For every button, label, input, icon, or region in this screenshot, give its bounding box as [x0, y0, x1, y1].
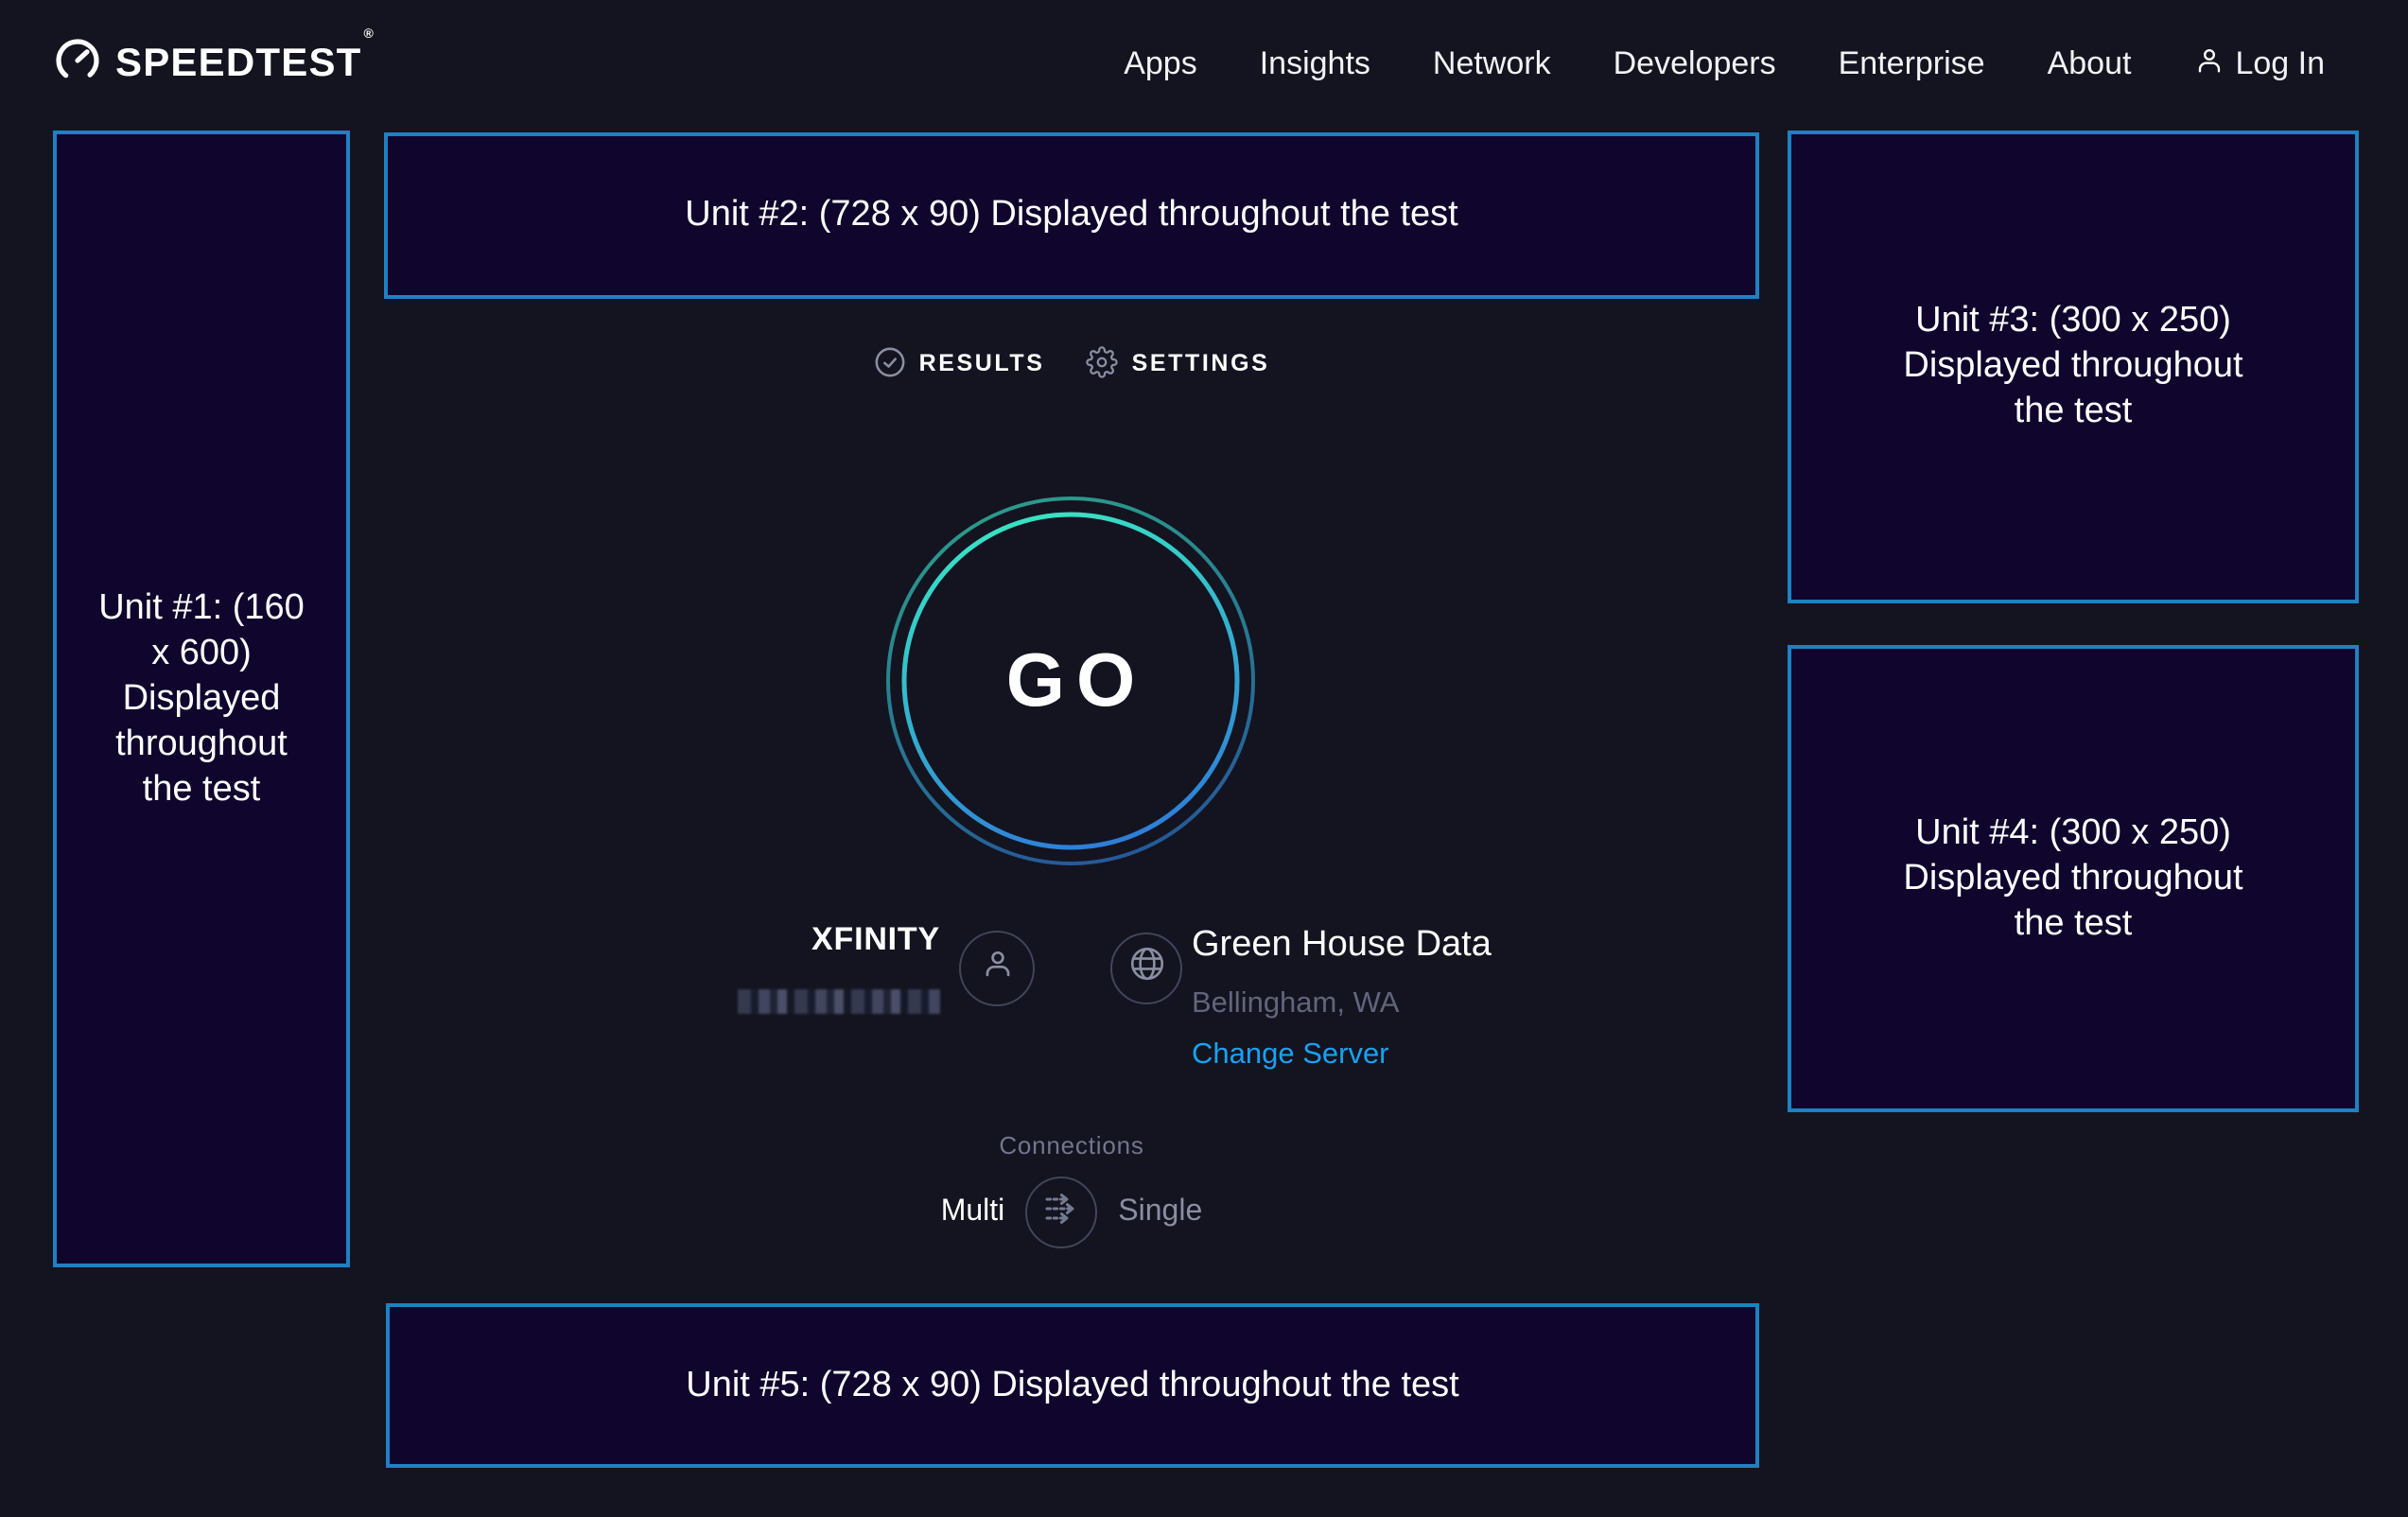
globe-icon	[1126, 944, 1166, 993]
nav-item-apps[interactable]: Apps	[1124, 45, 1197, 83]
check-circle-icon	[874, 346, 906, 378]
connections-row: Multi Single	[384, 1177, 1759, 1248]
server-globe-circle[interactable]	[1110, 933, 1182, 1004]
change-server-link[interactable]: Change Server	[1192, 1038, 1389, 1072]
go-button[interactable]: GO	[883, 494, 1258, 868]
multi-arrows-icon	[1038, 1185, 1084, 1240]
ad-unit-2-label: Unit #2: (728 x 90) Displayed throughout…	[685, 193, 1458, 238]
tab-results[interactable]: RESULTS	[874, 346, 1045, 378]
connections-single-option[interactable]: Single	[1118, 1195, 1202, 1229]
gear-icon	[1087, 346, 1119, 378]
speedtest-page: SPEEDTEST® Apps Insights Network Develop…	[0, 0, 2408, 1517]
speedometer-icon	[55, 37, 100, 92]
settings-label: SETTINGS	[1132, 349, 1270, 375]
top-nav: SPEEDTEST® Apps Insights Network Develop…	[0, 0, 2408, 129]
user-icon	[2193, 44, 2224, 84]
server-location: Bellingham, WA	[1192, 987, 1399, 1021]
nav-item-enterprise[interactable]: Enterprise	[1839, 45, 1985, 83]
ad-unit-4-label: Unit #4: (300 x 250) Displayed throughou…	[1879, 811, 2267, 947]
tab-settings[interactable]: SETTINGS	[1087, 346, 1270, 378]
ad-unit-1[interactable]: Unit #1: (160 x 600) Displayed throughou…	[53, 131, 350, 1267]
tabs-row: RESULTS SETTINGS	[384, 346, 1759, 378]
logo-wordmark: SPEEDTEST®	[115, 42, 375, 87]
login-button[interactable]: Log In	[2193, 44, 2325, 84]
isp-avatar-circle[interactable]	[959, 931, 1035, 1006]
go-label: GO	[883, 494, 1258, 868]
server-name: Green House Data	[1192, 925, 1492, 967]
nav-item-developers[interactable]: Developers	[1614, 45, 1776, 83]
ad-unit-1-label: Unit #1: (160 x 600) Displayed throughou…	[94, 585, 309, 812]
censored-ip-blur	[738, 989, 940, 1014]
connections-label: Connections	[384, 1131, 1759, 1160]
ad-unit-5[interactable]: Unit #5: (728 x 90) Displayed throughout…	[386, 1303, 1759, 1468]
ad-unit-2[interactable]: Unit #2: (728 x 90) Displayed throughout…	[384, 132, 1759, 299]
person-icon	[979, 946, 1015, 991]
nav-item-insights[interactable]: Insights	[1260, 45, 1370, 83]
ad-unit-3[interactable]: Unit #3: (300 x 250) Displayed throughou…	[1788, 131, 2359, 603]
isp-name: XFINITY	[811, 921, 940, 959]
nav-item-about[interactable]: About	[2048, 45, 2132, 83]
connections-toggle[interactable]	[1025, 1177, 1097, 1248]
ad-unit-4[interactable]: Unit #4: (300 x 250) Displayed throughou…	[1788, 645, 2359, 1112]
speedtest-logo[interactable]: SPEEDTEST®	[55, 37, 375, 92]
nav-links: Apps Insights Network Developers Enterpr…	[1124, 44, 2325, 84]
ad-unit-3-label: Unit #3: (300 x 250) Displayed throughou…	[1879, 299, 2267, 435]
nav-item-network[interactable]: Network	[1433, 45, 1551, 83]
connections-multi-option[interactable]: Multi	[941, 1195, 1005, 1229]
registered-mark: ®	[364, 28, 375, 42]
ad-unit-5-label: Unit #5: (728 x 90) Displayed throughout…	[686, 1363, 1459, 1408]
results-label: RESULTS	[919, 349, 1045, 375]
